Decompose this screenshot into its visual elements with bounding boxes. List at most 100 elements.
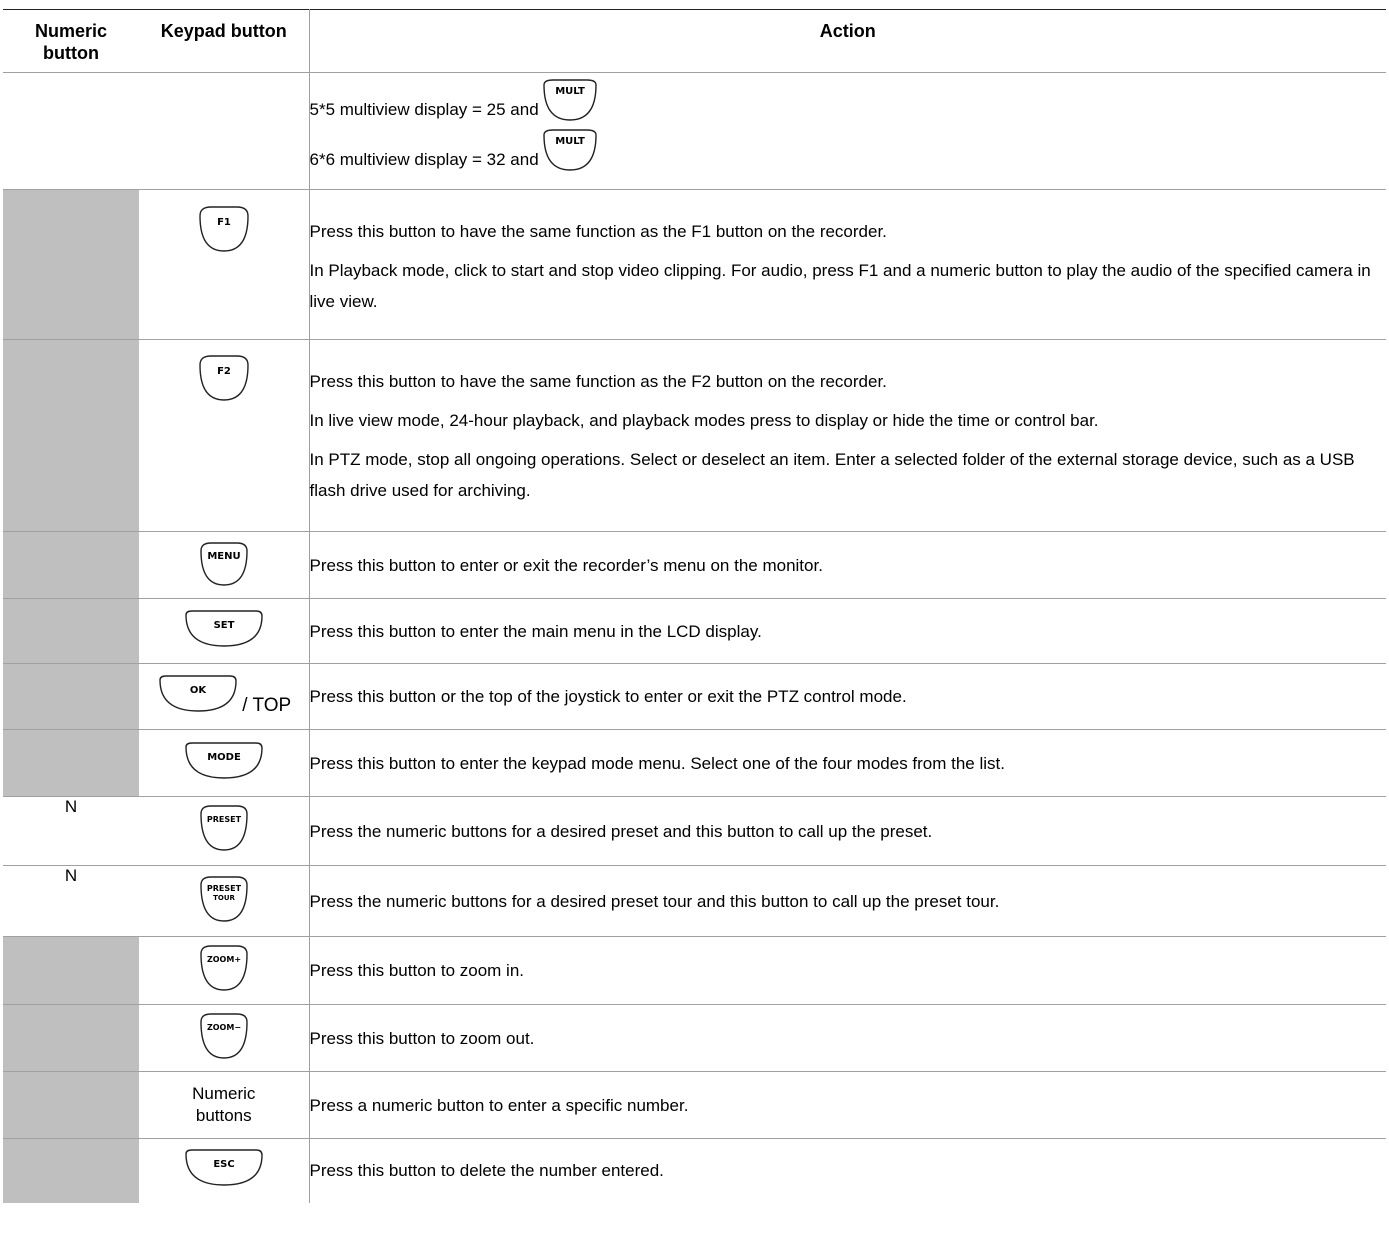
- page: Numeric button Keypad button Action 5*5 …: [0, 0, 1389, 1243]
- header-action: Action: [819, 21, 876, 41]
- zoom-in-button-icon: ZOOM+: [200, 945, 248, 991]
- table-row: ESC Press this button to delete the numb…: [3, 1138, 1386, 1203]
- multiview-line-1: 5*5 multiview display = 25 and MULT: [310, 77, 1387, 123]
- esc-button-icon: ESC: [185, 1149, 263, 1186]
- numeric-buttons-label: Numeric buttons: [192, 1084, 256, 1125]
- preset-tour-button-icon: PRESET TOUR: [200, 876, 248, 922]
- action-cell: Press this button to zoom out.: [309, 1005, 1386, 1072]
- action-text: Press this button to have the same funct…: [309, 222, 887, 241]
- multiview-line-2: 6*6 multiview display = 32 and MULT: [310, 127, 1387, 173]
- keypad-cell: OK / TOP: [139, 663, 310, 730]
- numeric-cell: [3, 1138, 139, 1203]
- keypad-cell: [139, 72, 310, 190]
- table-row-multiview: 5*5 multiview display = 25 and MULT 6*6 …: [3, 72, 1386, 190]
- mode-button-icon: MODE: [185, 742, 263, 779]
- header-numeric-button: Numeric button: [34, 21, 108, 63]
- svg-text:TOUR: TOUR: [213, 894, 235, 902]
- table-header-row: Numeric button Keypad button Action: [3, 9, 1386, 73]
- keypad-cell: MENU: [139, 531, 310, 599]
- table-row: N PRESET TOUR Press the numeric buttons …: [3, 865, 1386, 937]
- svg-text:OK: OK: [190, 685, 208, 696]
- keypad-cell: F1: [139, 189, 310, 340]
- numeric-cell: N: [64, 797, 78, 816]
- table-row: ZOOM+ Press this button to zoom in.: [3, 936, 1386, 1005]
- numeric-cell: [3, 339, 139, 532]
- svg-text:F1: F1: [217, 217, 231, 228]
- table-row: OK / TOP Press this button or the top of…: [3, 663, 1386, 730]
- keypad-cell: ZOOM+: [139, 936, 310, 1005]
- ok-button-icon: OK: [159, 675, 237, 712]
- action-cell: Press this button to have the same funct…: [309, 340, 1386, 532]
- numeric-cell: [3, 531, 139, 599]
- numeric-cell: [3, 598, 139, 664]
- table-row: ZOOM− Press this button to zoom out.: [3, 1004, 1386, 1072]
- action-text: Press this button to enter the keypad mo…: [309, 753, 1006, 773]
- action-text: Press a numeric button to enter a specif…: [309, 1095, 689, 1115]
- action-cell: Press this button to delete the number e…: [309, 1139, 1386, 1203]
- table-row: F1 Press this button to have the same fu…: [3, 189, 1386, 340]
- action-cell: 5*5 multiview display = 25 and MULT 6*6 …: [309, 73, 1386, 190]
- set-button-icon: SET: [185, 610, 263, 647]
- action-text: Press this button to delete the number e…: [309, 1161, 664, 1181]
- action-cell: Press this button to zoom in.: [309, 937, 1386, 1005]
- svg-text:MODE: MODE: [207, 752, 241, 763]
- keypad-buttons-table: Numeric button Keypad button Action 5*5 …: [3, 9, 1386, 1203]
- action-text: Press this button to zoom out.: [309, 1028, 535, 1048]
- multiview-text-1: 5*5 multiview display = 25 and: [309, 100, 539, 119]
- keypad-cell: PRESET: [139, 796, 310, 866]
- header-keypad-button: Keypad button: [139, 9, 310, 73]
- menu-button-icon: MENU: [200, 542, 248, 586]
- keypad-cell: F2: [139, 339, 310, 532]
- svg-text:PRESET: PRESET: [207, 884, 242, 893]
- zoom-out-button-icon: ZOOM−: [200, 1013, 248, 1059]
- action-cell: Press the numeric buttons for a desired …: [309, 866, 1386, 937]
- table-row: N PRESET Press the numeric buttons for a…: [3, 796, 1386, 866]
- numeric-cell: N: [64, 866, 78, 885]
- action-cell: Press this button or the top of the joys…: [309, 664, 1386, 730]
- svg-text:MULT: MULT: [555, 86, 585, 97]
- f2-button-icon: F2: [199, 355, 249, 401]
- svg-text:ZOOM−: ZOOM−: [207, 1023, 241, 1032]
- numeric-cell: [3, 1004, 139, 1072]
- action-cell: Press this button to enter the main menu…: [309, 599, 1386, 664]
- svg-text:SET: SET: [213, 620, 234, 631]
- action-cell: Press this button to enter the keypad mo…: [309, 730, 1386, 797]
- action-text: Press this button to enter or exit the r…: [309, 555, 823, 575]
- table-row: MODE Press this button to enter the keyp…: [3, 729, 1386, 797]
- action-cell: Press this button to enter or exit the r…: [309, 532, 1386, 599]
- keypad-cell: PRESET TOUR: [139, 865, 310, 937]
- action-text: In Playback mode, click to start and sto…: [309, 261, 1371, 311]
- action-cell: Press this button to have the same funct…: [309, 190, 1386, 340]
- svg-text:MULT: MULT: [555, 136, 585, 147]
- action-text: Press this button or the top of the joys…: [309, 687, 907, 706]
- svg-text:MENU: MENU: [207, 551, 240, 562]
- mult-button-icon: MULT: [542, 79, 597, 121]
- preset-button-icon: PRESET: [200, 805, 248, 851]
- action-text: Press the numeric buttons for a desired …: [309, 891, 1000, 911]
- numeric-cell: [3, 189, 139, 340]
- action-text: Press this button to have the same funct…: [309, 372, 887, 391]
- multiview-text-2: 6*6 multiview display = 32 and: [309, 150, 539, 169]
- numeric-cell: [3, 1071, 139, 1139]
- numeric-cell: [3, 729, 139, 797]
- keypad-cell: SET: [139, 598, 310, 664]
- numeric-cell: [3, 663, 139, 730]
- keypad-cell: Numeric buttons: [139, 1071, 310, 1139]
- keypad-cell: ZOOM−: [139, 1004, 310, 1072]
- action-text: Press the numeric buttons for a desired …: [309, 821, 933, 841]
- keypad-cell: MODE: [139, 729, 310, 797]
- f1-button-icon: F1: [199, 206, 249, 252]
- mult-button-icon: MULT: [542, 129, 597, 171]
- svg-text:F2: F2: [217, 366, 231, 377]
- table-row: Numeric buttons Press a numeric button t…: [3, 1071, 1386, 1139]
- numeric-cell: [3, 73, 139, 190]
- svg-text:ZOOM+: ZOOM+: [207, 955, 241, 964]
- table-row: SET Press this button to enter the main …: [3, 598, 1386, 664]
- table-row: F2 Press this button to have the same fu…: [3, 339, 1386, 532]
- action-text: Press this button to zoom in.: [309, 961, 525, 980]
- action-text: Press this button to enter the main menu…: [309, 621, 762, 641]
- action-text: In live view mode, 24-hour playback, and…: [309, 411, 1099, 430]
- action-cell: Press a numeric button to enter a specif…: [309, 1072, 1386, 1139]
- action-cell: Press the numeric buttons for a desired …: [309, 797, 1386, 866]
- svg-text:ESC: ESC: [213, 1159, 234, 1170]
